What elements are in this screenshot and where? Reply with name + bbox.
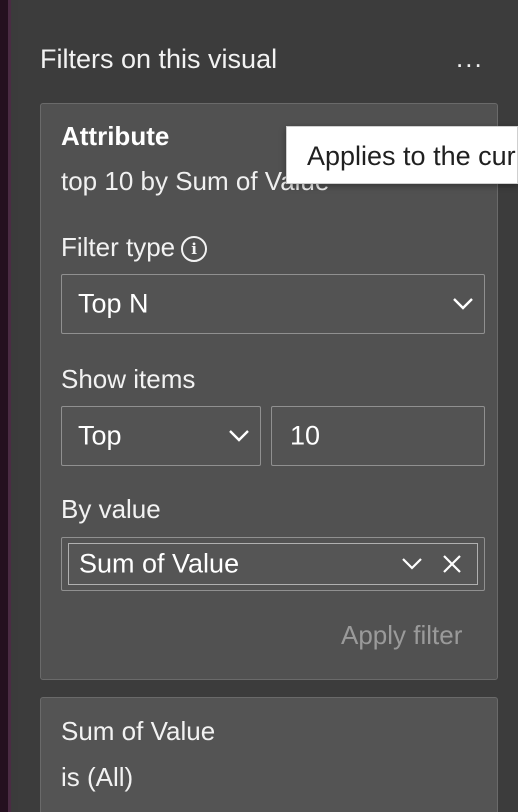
by-value-field-pill[interactable]: Sum of Value — [68, 543, 478, 585]
info-icon[interactable]: i — [181, 236, 208, 262]
by-value-well[interactable]: Sum of Value — [61, 537, 485, 591]
chevron-down-icon — [229, 430, 249, 442]
filter-type-value: Top N — [78, 288, 149, 319]
show-items-direction-value: Top — [78, 420, 122, 451]
attribute-filter-card[interactable]: Attribute top 10 by Sum of Value Filter … — [40, 103, 498, 680]
show-items-label: Show items — [61, 364, 196, 394]
filters-pane-window: Filters on this visual ... Attribute top… — [0, 0, 518, 812]
show-items-count-value: 10 — [290, 420, 321, 451]
filter-card-title: Attribute — [61, 121, 170, 151]
filter-type-label: Filter type i — [61, 232, 208, 263]
report-canvas-edge — [0, 0, 8, 812]
ellipsis-icon: ... — [456, 43, 484, 73]
applies-to-tooltip: Applies to the current visual — [286, 126, 518, 184]
close-icon[interactable] — [441, 553, 463, 575]
by-value-label: By value — [61, 494, 161, 524]
filter-card-title: Sum of Value — [61, 716, 216, 746]
by-value-field-name: Sum of Value — [79, 548, 240, 579]
apply-filter-button[interactable]: Apply filter — [341, 620, 462, 651]
show-items-direction-dropdown[interactable]: Top — [61, 406, 261, 466]
tooltip-text: Applies to the current visual — [307, 141, 517, 171]
pane-divider[interactable] — [8, 0, 11, 812]
chevron-down-icon — [453, 298, 473, 310]
value-filter-card[interactable]: Sum of Value is (All) — [40, 697, 498, 812]
pane-title: Filters on this visual — [40, 44, 278, 74]
chevron-down-icon[interactable] — [401, 557, 423, 571]
filter-type-label-text: Filter type — [61, 232, 176, 262]
filters-pane: Filters on this visual ... Attribute top… — [18, 0, 518, 812]
show-items-count-input[interactable]: 10 — [271, 406, 485, 466]
filter-card-summary: is (All) — [61, 762, 134, 792]
filter-type-dropdown[interactable]: Top N — [61, 274, 485, 334]
more-options-button[interactable]: ... — [456, 44, 492, 76]
